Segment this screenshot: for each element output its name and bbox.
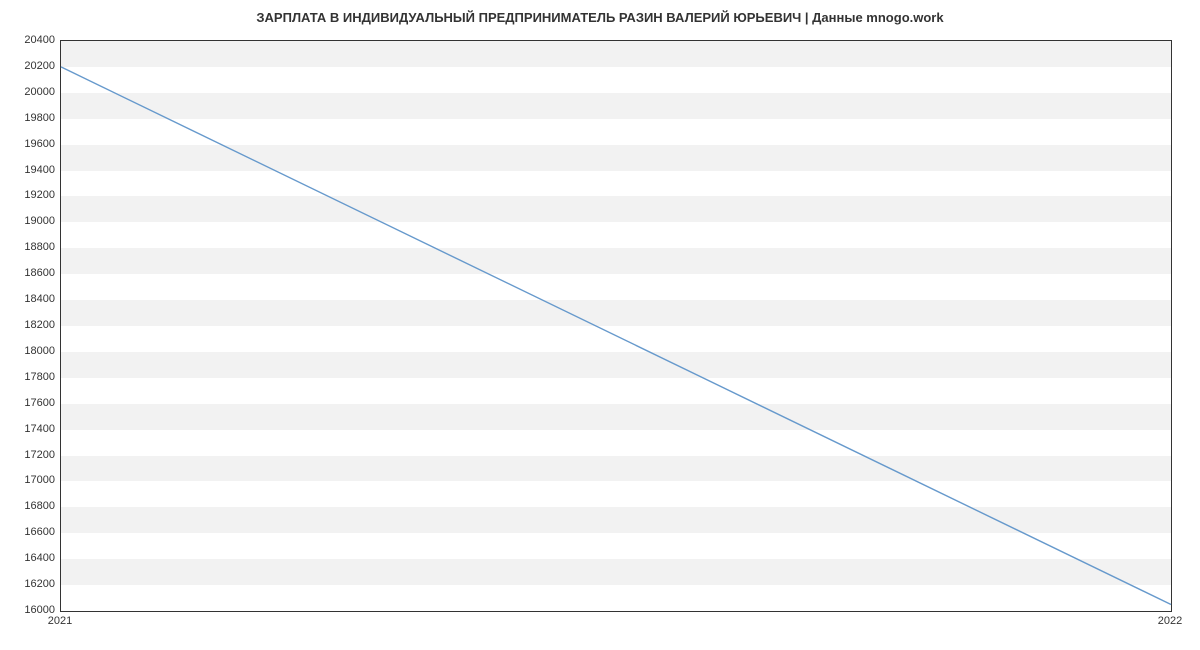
y-tick-label: 20000: [5, 86, 55, 98]
y-tick-label: 16400: [5, 552, 55, 564]
y-tick-label: 17400: [5, 423, 55, 435]
x-tick-label: 2022: [1158, 615, 1182, 627]
y-tick-label: 16800: [5, 500, 55, 512]
y-tick-label: 18600: [5, 267, 55, 279]
y-tick-label: 17800: [5, 371, 55, 383]
y-tick-label: 19800: [5, 112, 55, 124]
y-tick-label: 19600: [5, 138, 55, 150]
x-tick-label: 2021: [48, 615, 72, 627]
y-tick-label: 18800: [5, 241, 55, 253]
y-tick-label: 17200: [5, 449, 55, 461]
plot-area: [60, 40, 1172, 612]
y-tick-label: 19000: [5, 215, 55, 227]
y-tick-label: 19400: [5, 164, 55, 176]
y-tick-label: 18200: [5, 319, 55, 331]
y-tick-label: 16200: [5, 578, 55, 590]
y-tick-label: 19200: [5, 189, 55, 201]
chart-container: ЗАРПЛАТА В ИНДИВИДУАЛЬНЫЙ ПРЕДПРИНИМАТЕЛ…: [0, 0, 1200, 650]
y-tick-label: 18000: [5, 345, 55, 357]
y-tick-label: 17600: [5, 397, 55, 409]
chart-title: ЗАРПЛАТА В ИНДИВИДУАЛЬНЫЙ ПРЕДПРИНИМАТЕЛ…: [0, 10, 1200, 25]
line-layer: [61, 41, 1171, 611]
y-tick-label: 17000: [5, 474, 55, 486]
data-line: [61, 67, 1171, 605]
y-tick-label: 18400: [5, 293, 55, 305]
y-tick-label: 20200: [5, 60, 55, 72]
y-tick-label: 20400: [5, 34, 55, 46]
y-tick-label: 16600: [5, 526, 55, 538]
